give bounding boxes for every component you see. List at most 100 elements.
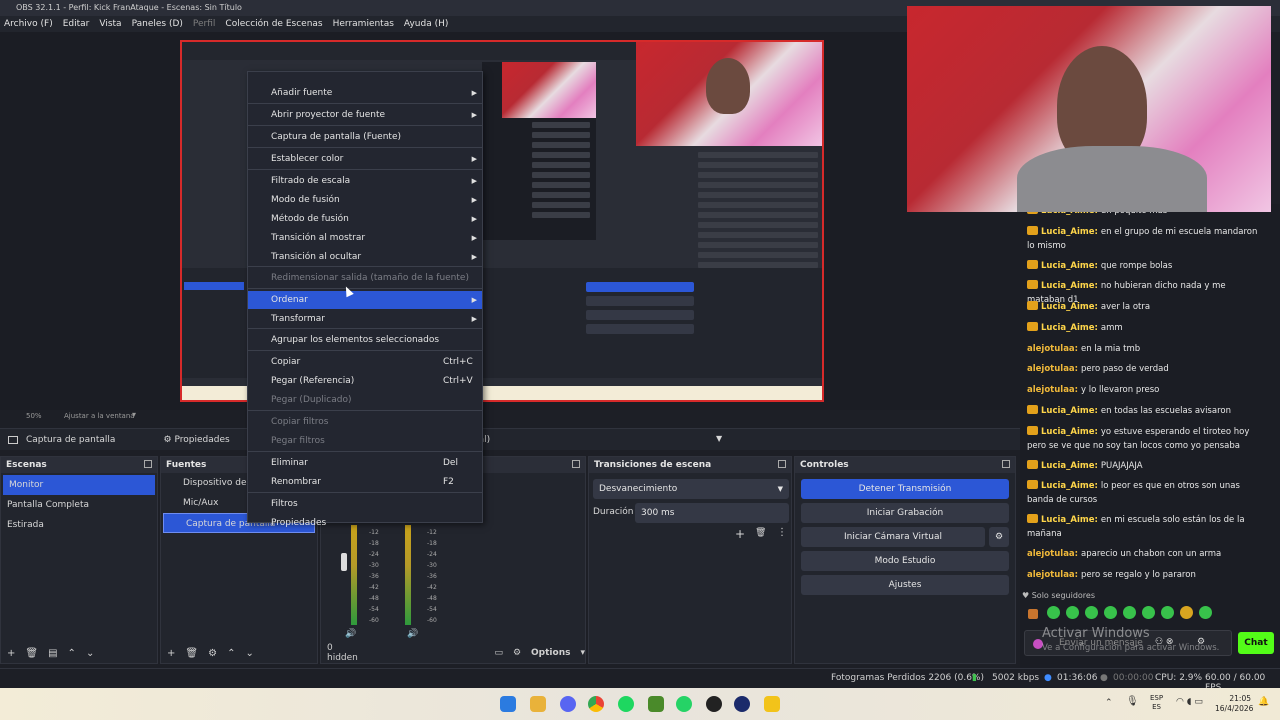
emote-icon[interactable] [1065, 606, 1079, 619]
mic-icon[interactable]: 🎙 [1126, 696, 1139, 707]
virtual-cam-settings-icon[interactable]: ⚙ [989, 527, 1009, 547]
menu-perfil[interactable]: Perfil [193, 19, 216, 29]
context-menu-item[interactable]: Modo de fusión ▶ [248, 191, 482, 209]
add-icon[interactable]: + [735, 527, 745, 541]
context-menu-item[interactable]: Transición al mostrar ▶ [248, 229, 482, 247]
context-menu-item[interactable]: Pegar (Referencia) Ctrl+V [248, 372, 482, 390]
layout-icon[interactable]: ▭ [494, 648, 503, 658]
chat-username[interactable]: Lucia_Aime [1041, 515, 1095, 525]
duration-input[interactable]: 300 ms [635, 503, 789, 523]
zoom-level[interactable]: 50% [26, 412, 42, 420]
context-menu-item[interactable]: Filtrado de escala ▶ [248, 172, 482, 190]
clock[interactable]: 21:05 16/4/2026 [1215, 694, 1253, 714]
menu-archivo[interactable]: Archivo (F) [4, 19, 53, 29]
zoom-fit[interactable]: Ajustar a la ventana [64, 412, 135, 420]
chrome-icon[interactable] [588, 696, 604, 712]
emote-icon[interactable] [1141, 606, 1155, 619]
chat-username[interactable]: Lucia_Aime [1041, 261, 1095, 271]
file-explorer-icon[interactable] [530, 696, 546, 712]
context-menu-item[interactable]: Agrupar los elementos seleccionados [248, 331, 482, 349]
minecraft-icon[interactable] [648, 696, 664, 712]
chat-username[interactable]: Lucia_Aime [1041, 461, 1095, 471]
wifi-volume-icon[interactable]: ◠ ◖ ▭ [1176, 697, 1203, 707]
emote-icon[interactable] [1028, 609, 1038, 619]
chat-username[interactable]: alejotulaa [1027, 344, 1075, 354]
spotify-icon[interactable] [618, 696, 634, 712]
up-icon[interactable]: ⌃ [227, 648, 235, 659]
emote-icon[interactable] [1084, 606, 1098, 619]
discord-icon[interactable] [560, 696, 576, 712]
context-menu-item[interactable]: Método de fusión ▶ [248, 210, 482, 228]
emote-icon[interactable] [1046, 606, 1060, 619]
chat-username[interactable]: alejotulaa [1027, 364, 1075, 374]
zoom-dropdown-icon[interactable]: ▾ [132, 410, 136, 419]
trash-icon[interactable]: 🗑 [755, 528, 766, 538]
emote-icon[interactable] [1122, 606, 1136, 619]
speaker-icon[interactable]: 🔊 [407, 629, 418, 639]
notification-icon[interactable]: 🔔 [1258, 697, 1269, 707]
menu-paneles[interactable]: Paneles (D) [132, 19, 183, 29]
properties-button[interactable]: Propiedades [175, 435, 230, 445]
speaker-icon[interactable]: 🔊 [345, 629, 356, 639]
context-menu-item[interactable]: Propiedades [248, 514, 482, 532]
language-indicator[interactable]: ESP ES [1150, 694, 1163, 712]
windows-start-icon[interactable] [500, 696, 516, 712]
chat-username[interactable]: alejotulaa [1027, 549, 1075, 559]
menu-coleccion[interactable]: Colección de Escenas [225, 19, 322, 29]
studio-mode-button[interactable]: Modo Estudio [801, 551, 1009, 571]
whatsapp-icon[interactable] [676, 696, 692, 712]
context-menu-item[interactable]: Añadir fuente ▶ [248, 84, 482, 102]
context-menu-item[interactable]: Filtros [248, 495, 482, 513]
scene-item-monitor[interactable]: Monitor [3, 475, 155, 495]
chevron-down-icon[interactable]: ▼ [716, 434, 722, 443]
context-menu-item[interactable]: Copiar Ctrl+C [248, 353, 482, 371]
context-menu-item[interactable]: Pegar filtros [248, 432, 482, 450]
emote-icon[interactable] [1179, 606, 1193, 619]
menu-ayuda[interactable]: Ayuda (H) [404, 19, 448, 29]
context-menu-item[interactable]: Transición al ocultar ▶ [248, 248, 482, 266]
app-icon[interactable] [734, 696, 750, 712]
context-menu-item[interactable]: Captura de pantalla (Fuente) [248, 128, 482, 146]
undock-icon[interactable] [1002, 460, 1010, 468]
volume-slider-1[interactable] [341, 553, 347, 571]
settings-button[interactable]: Ajustes [801, 575, 1009, 595]
chat-username[interactable]: Lucia_Aime [1041, 281, 1095, 291]
undock-icon[interactable] [778, 460, 786, 468]
trash-icon[interactable]: 🗑 [25, 648, 38, 659]
context-menu-item[interactable]: Transformar ▶ [248, 310, 482, 328]
context-menu-item[interactable]: Ordenar ▶ [248, 291, 482, 309]
emote-icon[interactable] [1198, 606, 1212, 619]
scene-item-estirada[interactable]: Estirada [1, 515, 157, 535]
app-icon[interactable] [764, 696, 780, 712]
audio-settings-icon[interactable]: ⚙ [513, 648, 521, 658]
add-icon[interactable]: + [167, 648, 175, 659]
chat-username[interactable]: alejotulaa [1027, 570, 1075, 580]
context-menu-item[interactable]: Pegar (Duplicado) [248, 391, 482, 409]
start-record-button[interactable]: Iniciar Grabación [801, 503, 1009, 523]
more-icon[interactable]: ⋮ [777, 527, 787, 538]
context-menu-item[interactable]: Establecer color ▶ [248, 150, 482, 168]
virtual-cam-button[interactable]: Iniciar Cámara Virtual [801, 527, 985, 547]
obs-icon[interactable] [706, 696, 722, 712]
filter-icon[interactable]: ▤ [48, 648, 57, 659]
emote-icon[interactable] [1103, 606, 1117, 619]
scene-item-pantalla-completa[interactable]: Pantalla Completa [1, 495, 157, 515]
context-menu-item[interactable]: Eliminar Del [248, 454, 482, 472]
emote-icon[interactable] [1160, 606, 1174, 619]
options-button[interactable]: Options [531, 648, 570, 658]
menu-editar[interactable]: Editar [63, 19, 90, 29]
context-menu-item[interactable]: Abrir proyector de fuente ▶ [248, 106, 482, 124]
chat-username[interactable]: Lucia_Aime [1041, 427, 1095, 437]
chat-username[interactable]: Lucia_Aime [1041, 302, 1095, 312]
down-icon[interactable]: ⌄ [86, 648, 94, 659]
chevron-down-icon[interactable]: ▾ [580, 648, 585, 658]
chat-username[interactable]: Lucia_Aime [1041, 481, 1095, 491]
down-icon[interactable]: ⌄ [245, 648, 253, 659]
context-menu-item[interactable]: Redimensionar salida (tamaño de la fuent… [248, 269, 482, 287]
tray-chevron-icon[interactable]: ⌃ [1105, 698, 1113, 708]
chat-username[interactable]: Lucia_Aime [1041, 406, 1095, 416]
up-icon[interactable]: ⌃ [68, 648, 76, 659]
menu-herramientas[interactable]: Herramientas [333, 19, 394, 29]
chat-username[interactable]: alejotulaa [1027, 385, 1075, 395]
chat-username[interactable]: Lucia_Aime [1041, 227, 1095, 237]
